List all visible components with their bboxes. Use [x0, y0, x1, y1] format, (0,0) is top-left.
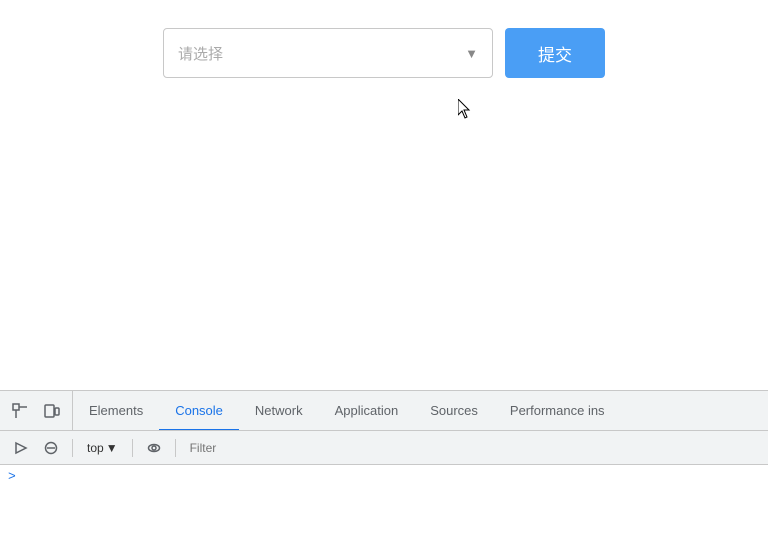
context-selector[interactable]: top ▼ — [81, 441, 124, 455]
devtools-tabs: Elements Console Network Application Sou… — [73, 391, 768, 430]
tab-elements[interactable]: Elements — [73, 392, 159, 430]
select-wrapper: 请选择 ▼ — [163, 28, 493, 78]
console-prompt[interactable]: > — [8, 469, 16, 484]
separator-2 — [132, 439, 133, 457]
main-content: 请选择 ▼ 提交 — [0, 0, 768, 390]
device-icon — [44, 403, 60, 419]
form-row: 请选择 ▼ 提交 — [163, 28, 605, 78]
chevron-down-icon: ▼ — [465, 46, 478, 61]
execute-script-button[interactable] — [8, 435, 34, 461]
devtools-icon-group — [0, 391, 73, 430]
select-dropdown[interactable]: 请选择 ▼ — [163, 28, 493, 78]
devtools-console-content: > — [0, 465, 768, 558]
tab-sources[interactable]: Sources — [414, 392, 494, 430]
tab-application[interactable]: Application — [319, 392, 415, 430]
submit-button[interactable]: 提交 — [505, 28, 605, 78]
devtools-panel: Elements Console Network Application Sou… — [0, 390, 768, 558]
cursor-icon — [458, 99, 472, 119]
clear-console-button[interactable] — [38, 435, 64, 461]
inspect-icon — [12, 403, 28, 419]
console-filter-input[interactable] — [184, 441, 760, 455]
tab-console[interactable]: Console — [159, 392, 239, 430]
devtools-toolbar: Elements Console Network Application Sou… — [0, 391, 768, 431]
devtools-secondary-bar: top ▼ — [0, 431, 768, 465]
clear-icon — [44, 441, 58, 455]
separator-3 — [175, 439, 176, 457]
execute-icon — [14, 441, 28, 455]
separator — [72, 439, 73, 457]
select-placeholder: 请选择 — [178, 43, 223, 64]
context-chevron-icon: ▼ — [106, 441, 118, 455]
eye-button[interactable] — [141, 435, 167, 461]
tab-performance[interactable]: Performance ins — [494, 392, 621, 430]
device-toolbar-button[interactable] — [38, 397, 66, 425]
eye-icon — [147, 441, 161, 455]
tab-network[interactable]: Network — [239, 392, 319, 430]
inspect-element-button[interactable] — [6, 397, 34, 425]
